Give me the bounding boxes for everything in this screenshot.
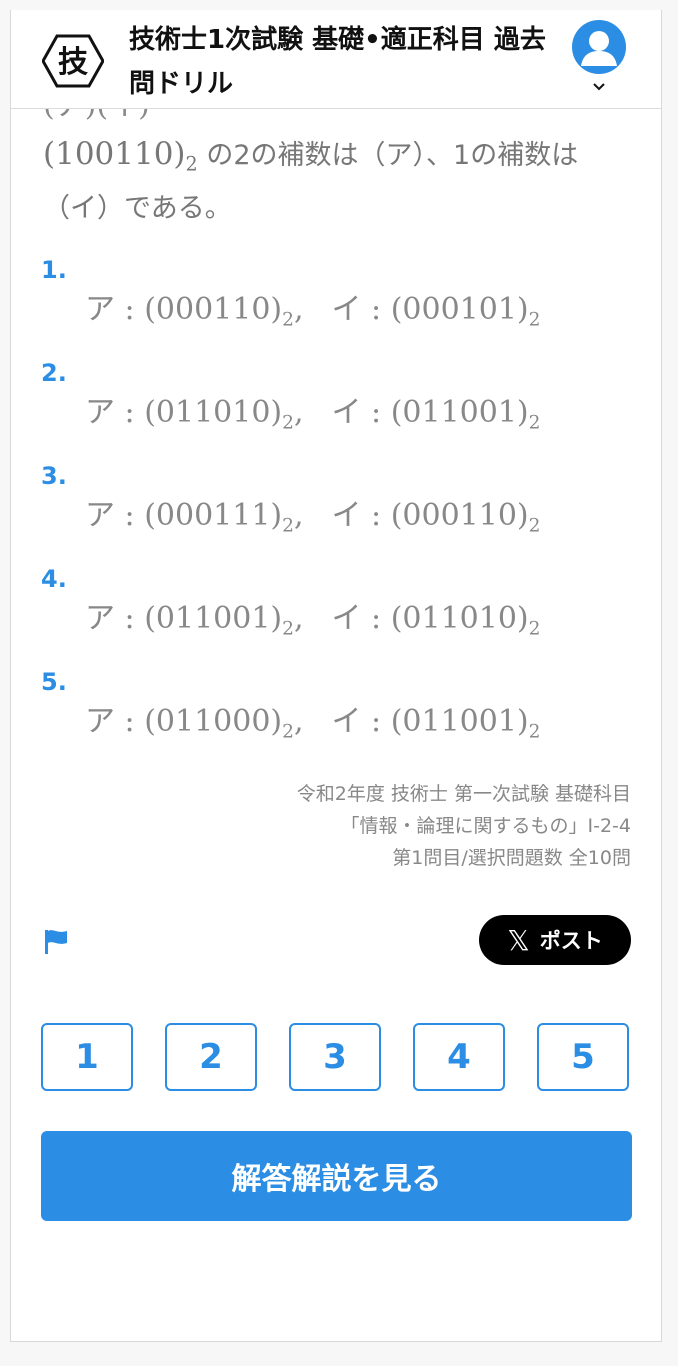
flag-icon[interactable] (43, 928, 69, 956)
user-avatar-icon[interactable] (572, 20, 626, 74)
option-number: 4. (41, 565, 67, 593)
answer-button-1[interactable]: 1 (41, 1023, 133, 1091)
option-item[interactable]: 4. ア : (011001)2, イ : (011010)2 (41, 565, 641, 668)
option-number: 2. (41, 359, 67, 387)
answer-button-3[interactable]: 3 (289, 1023, 381, 1091)
option-text: ア : (011000)2, イ : (011001)2 (85, 704, 541, 743)
answer-button-group: 1 2 3 4 5 (41, 1023, 632, 1095)
answer-button-4[interactable]: 4 (413, 1023, 505, 1091)
chevron-down-icon[interactable] (591, 80, 607, 94)
option-item[interactable]: 1. ア : (000110)2, イ : (000101)2 (41, 256, 641, 359)
post-label: ポスト (539, 929, 603, 953)
question-partial-line: (ア)(イ) (43, 108, 150, 124)
x-logo-icon: 𝕏 (507, 923, 530, 957)
option-item[interactable]: 5. ア : (011000)2, イ : (011001)2 (41, 668, 641, 771)
app-frame: 技 技術士1次試験 基礎•適正科目 過去問ドリル (ア)(イ) (100110)… (10, 10, 662, 1342)
show-explanation-button[interactable]: 解答解説を見る (41, 1131, 632, 1221)
answer-button-2[interactable]: 2 (165, 1023, 257, 1091)
question-source: 令和2年度 技術士 第一次試験 基礎科目 「情報・論理に関するもの」I-2-4 … (297, 778, 631, 874)
post-to-x-button[interactable]: 𝕏 ポスト (479, 915, 631, 965)
option-number: 5. (41, 668, 67, 696)
option-item[interactable]: 2. ア : (011010)2, イ : (011001)2 (41, 359, 641, 462)
app-header: 技 技術士1次試験 基礎•適正科目 過去問ドリル (11, 10, 661, 109)
option-item[interactable]: 3. ア : (000111)2, イ : (000110)2 (41, 462, 641, 565)
source-line-3: 第1問目/選択問題数 全10問 (392, 847, 631, 869)
option-text: ア : (011010)2, イ : (011001)2 (85, 395, 541, 434)
logo-text: 技 (58, 45, 88, 80)
option-number: 1. (41, 256, 67, 284)
option-list: 1. ア : (000110)2, イ : (000101)2 2. ア : (0… (41, 256, 641, 771)
source-line-1: 令和2年度 技術士 第一次試験 基礎科目 (296, 783, 631, 805)
logo-icon[interactable]: 技 (42, 34, 104, 88)
answer-button-5[interactable]: 5 (537, 1023, 629, 1091)
question-text: (100110)2 の2の補数は（ア）、1の補数は（イ）である。 (43, 132, 643, 231)
option-text: ア : (000111)2, イ : (000110)2 (85, 498, 541, 537)
option-text: ア : (011001)2, イ : (011010)2 (85, 601, 541, 640)
source-line-2: 「情報・論理に関するもの」I-2-4 (340, 815, 632, 837)
option-number: 3. (41, 462, 67, 490)
question-number: (100110)2 (43, 136, 198, 176)
app-title: 技術士1次試験 基礎•適正科目 過去問ドリル (129, 25, 546, 99)
option-text: ア : (000110)2, イ : (000101)2 (85, 292, 541, 331)
question-content: (ア)(イ) (100110)2 の2の補数は（ア）、1の補数は（イ）である。 … (11, 108, 661, 1341)
